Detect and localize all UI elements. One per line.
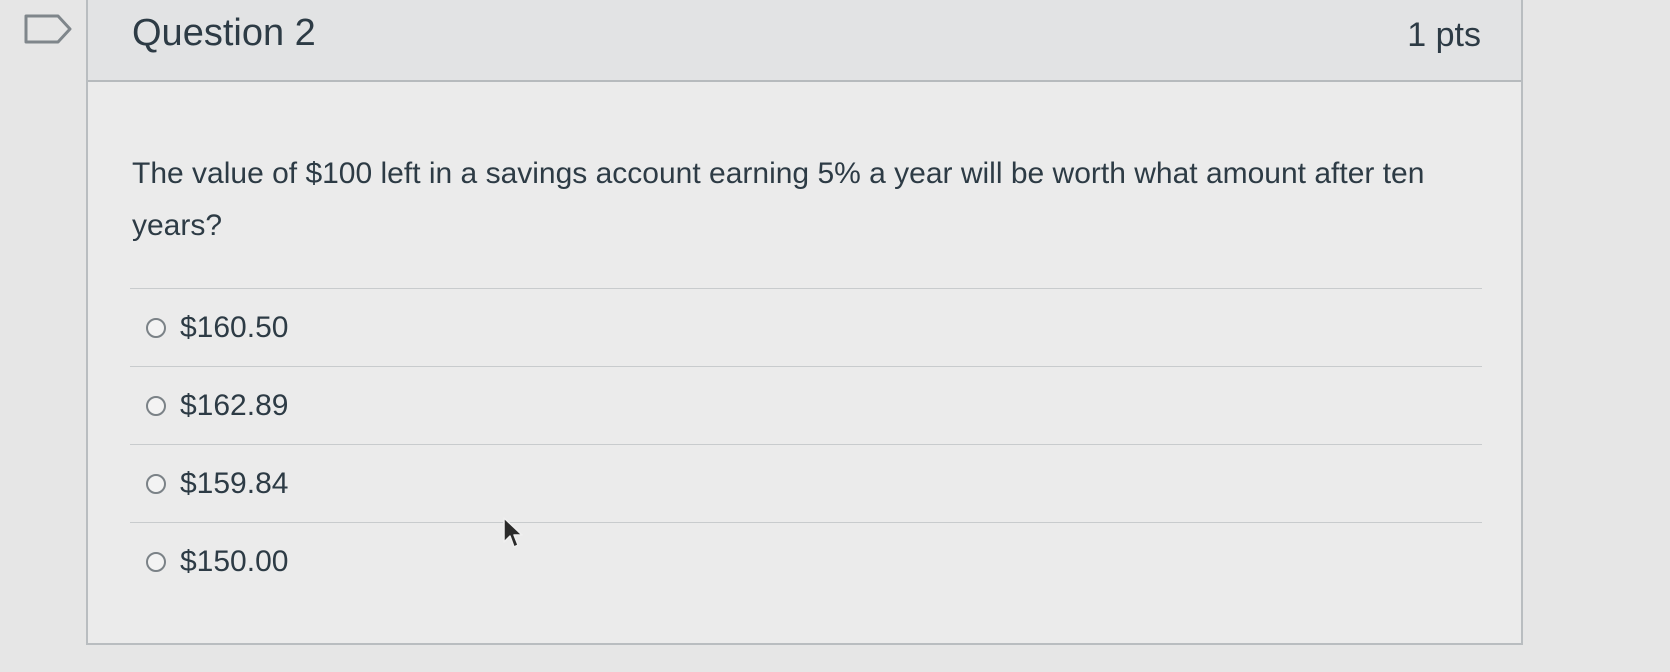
flag-question-icon[interactable]: [24, 14, 72, 44]
question-title: Question 2: [132, 12, 316, 54]
question-card: Question 2 1 pts The value of $100 left …: [86, 0, 1523, 645]
answer-list: $160.50 $162.89 $159.84 $150.00: [130, 288, 1482, 600]
answer-label: $159.84: [180, 466, 289, 500]
answer-option-2[interactable]: $162.89: [130, 366, 1482, 444]
answer-label: $160.50: [180, 310, 289, 344]
question-text: The value of $100 left in a savings acco…: [132, 157, 1425, 242]
radio-button-icon[interactable]: [146, 473, 166, 494]
answer-option-3[interactable]: $159.84: [130, 444, 1482, 522]
mouse-pointer-icon: [503, 517, 523, 548]
question-header: Question 2 1 pts: [88, 0, 1521, 82]
radio-button-icon[interactable]: [146, 317, 166, 338]
radio-button-icon[interactable]: [146, 551, 166, 572]
question-points: 1 pts: [1407, 16, 1481, 54]
answer-option-1[interactable]: $160.50: [130, 288, 1482, 366]
radio-button-icon[interactable]: [146, 395, 166, 416]
answer-label: $162.89: [180, 388, 289, 422]
answer-label: $150.00: [180, 544, 289, 578]
answer-option-4[interactable]: $150.00: [130, 522, 1482, 600]
